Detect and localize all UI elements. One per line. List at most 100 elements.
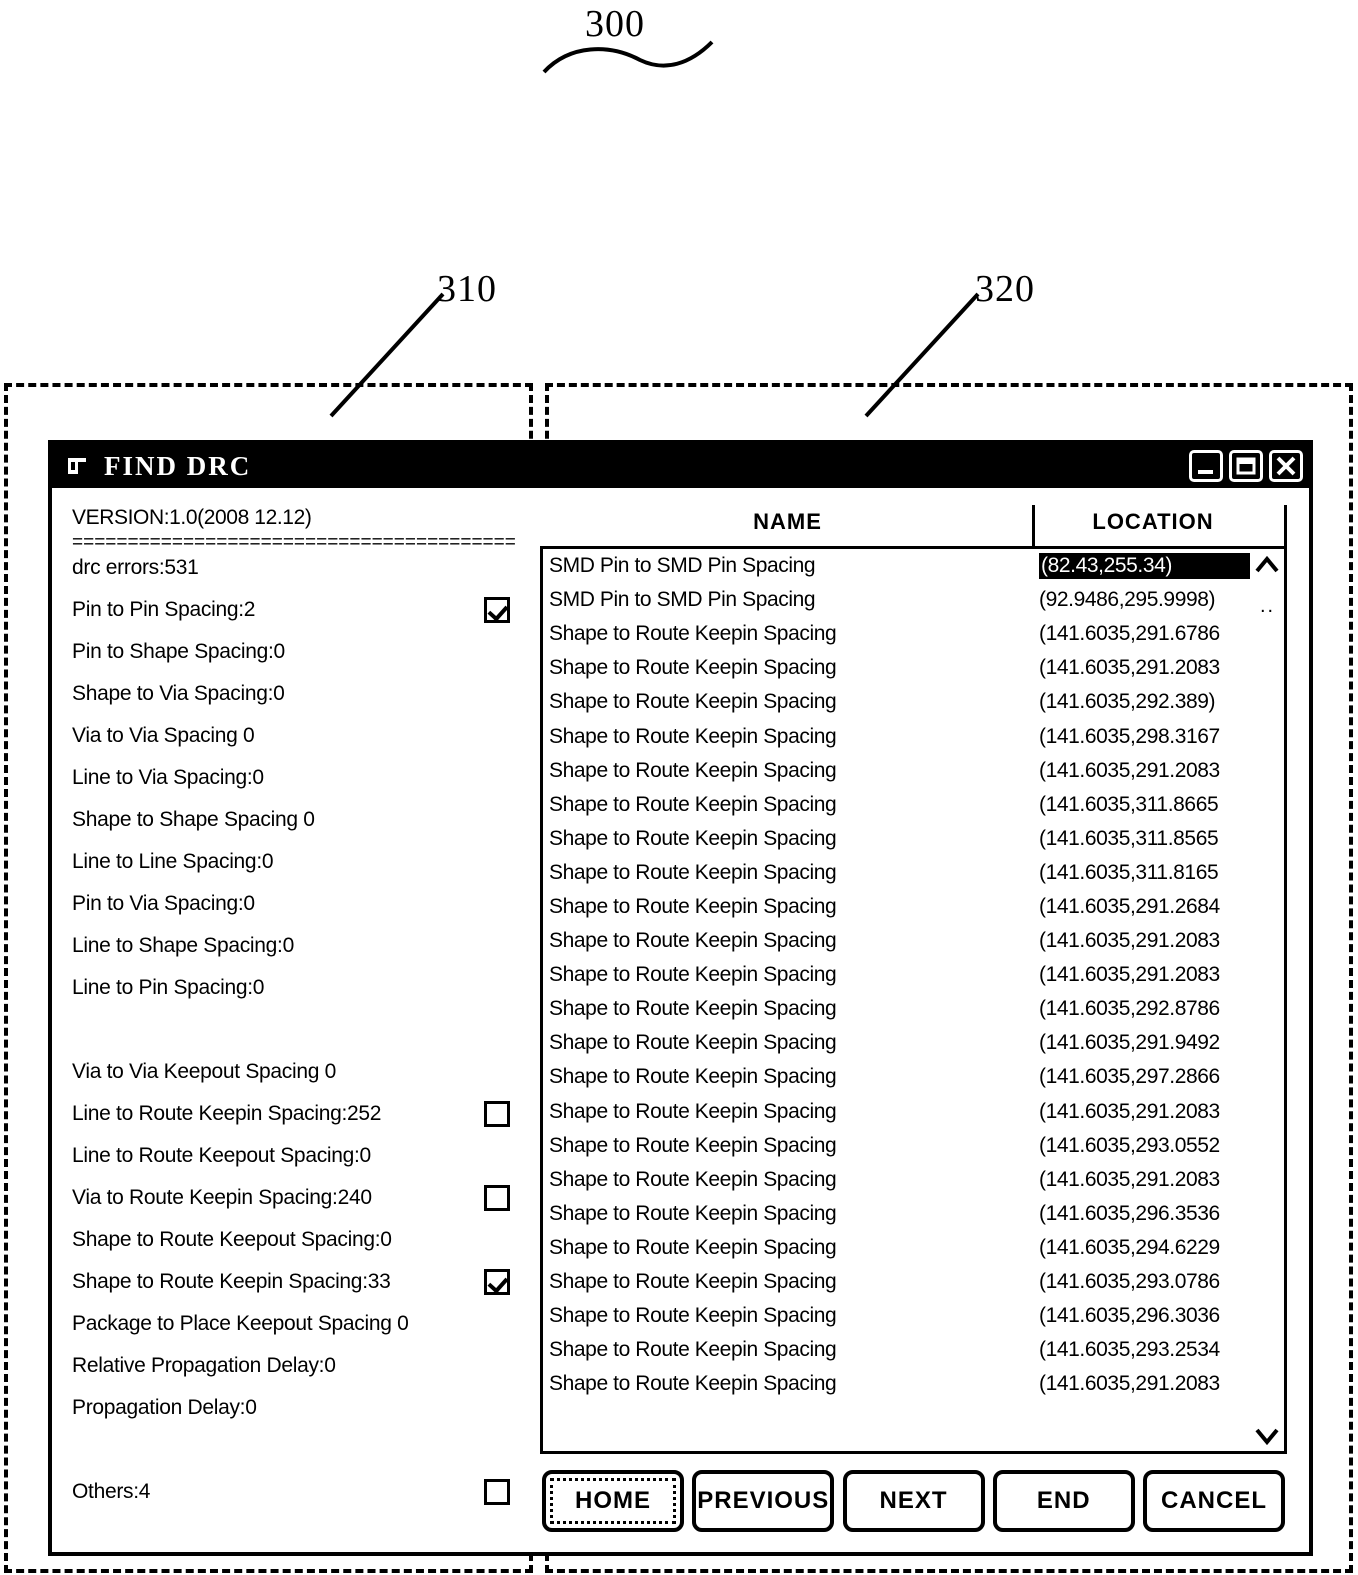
drc-row-name: Shape to Route Keepin Spacing — [549, 963, 837, 987]
rule-row: Relative Propagation Delay:0 — [72, 1345, 516, 1387]
rule-row: Shape to Shape Spacing 0 — [72, 799, 516, 841]
drc-row-name: Shape to Route Keepin Spacing — [549, 1133, 837, 1157]
rule-row: Via to Via Spacing 0 — [72, 715, 516, 757]
rule-row: Shape to Route Keepout Spacing:0 — [72, 1219, 516, 1261]
drc-row-location: (141.6035,292.389) — [1039, 690, 1216, 714]
rule-row-spacer — [72, 1009, 516, 1051]
rule-checkbox[interactable] — [484, 1269, 510, 1295]
drc-row-location: (141.6035,311.8665 — [1039, 792, 1219, 816]
rule-label: Line to Route Keepin Spacing:252 — [72, 1102, 382, 1125]
button-label: NEXT — [879, 1487, 948, 1514]
drc-rules-list: Pin to Pin Spacing:2 Pin to Shape Spacing… — [72, 589, 516, 1513]
table-row[interactable]: Shape to Route Keepin Spacing (141.6035,2… — [543, 1129, 1250, 1163]
rule-row: Package to Place Keepout Spacing 0 — [72, 1303, 516, 1345]
table-row[interactable]: Shape to Route Keepin Spacing (141.6035,2… — [543, 617, 1250, 651]
table-row[interactable]: Shape to Route Keepin Spacing (141.6035,2… — [543, 1265, 1250, 1299]
drc-row-name: Shape to Route Keepin Spacing — [549, 758, 837, 782]
maximize-button[interactable] — [1229, 450, 1263, 482]
table-row[interactable]: Shape to Route Keepin Spacing (141.6035,3… — [543, 788, 1250, 822]
button-label: HOME — [575, 1487, 651, 1514]
table-row[interactable]: Shape to Route Keepin Spacing (141.6035,2… — [543, 890, 1250, 924]
rule-label: Others:4 — [72, 1480, 151, 1503]
drc-row-location: (141.6035,291.2083 — [1039, 963, 1220, 987]
table-row[interactable]: Shape to Route Keepin Spacing (141.6035,2… — [543, 1333, 1250, 1367]
drc-row-name: Shape to Route Keepin Spacing — [549, 1372, 837, 1396]
table-row[interactable]: Shape to Route Keepin Spacing (141.6035,2… — [543, 1095, 1250, 1129]
end-button[interactable]: END — [992, 1470, 1135, 1532]
rule-label: Line to Line Spacing:0 — [72, 850, 274, 873]
rule-checkbox[interactable] — [484, 1101, 510, 1127]
rule-row: Propagation Delay:0 — [72, 1387, 516, 1429]
table-row[interactable]: Shape to Route Keepin Spacing (141.6035,2… — [543, 1060, 1250, 1094]
drc-row-name: Shape to Route Keepin Spacing — [549, 997, 837, 1021]
drc-row-location: (82.43,255.34) — [1039, 553, 1250, 580]
table-row[interactable]: Shape to Route Keepin Spacing (141.6035,3… — [543, 856, 1250, 890]
cancel-button[interactable]: CANCEL — [1143, 1470, 1285, 1532]
rule-checkbox[interactable] — [484, 597, 510, 623]
table-row[interactable]: Shape to Route Keepin Spacing (141.6035,2… — [543, 1026, 1250, 1060]
rule-row: Pin to Pin Spacing:2 — [72, 589, 516, 631]
rule-label: Line to Via Spacing:0 — [72, 766, 264, 789]
drc-row-location: (92.9486,295.9998) — [1039, 588, 1216, 612]
drc-row-name: Shape to Route Keepin Spacing — [549, 1167, 837, 1191]
chevron-down-icon[interactable] — [1253, 1423, 1281, 1447]
table-row[interactable]: Shape to Route Keepin Spacing (141.6035,3… — [543, 822, 1250, 856]
drc-row-name: Shape to Route Keepin Spacing — [549, 826, 837, 850]
table-row[interactable]: Shape to Route Keepin Spacing (141.6035,2… — [543, 754, 1250, 788]
previous-button[interactable]: PREVIOUS — [692, 1470, 835, 1532]
table-row[interactable]: Shape to Route Keepin Spacing (141.6035,2… — [543, 685, 1250, 719]
drc-row-name: Shape to Route Keepin Spacing — [549, 1270, 837, 1294]
drc-row-name: Shape to Route Keepin Spacing — [549, 929, 837, 953]
rule-row: Shape to Via Spacing:0 — [72, 673, 516, 715]
squiggle-underline — [542, 40, 714, 74]
table-row[interactable]: SMD Pin to SMD Pin Spacing (92.9486,295.9… — [543, 583, 1250, 617]
table-row[interactable]: Shape to Route Keepin Spacing (141.6035,2… — [543, 719, 1250, 753]
table-row[interactable]: Shape to Route Keepin Spacing (141.6035,2… — [543, 992, 1250, 1026]
rule-checkbox[interactable] — [484, 1479, 510, 1505]
drc-row-location: (141.6035,296.3536 — [1039, 1201, 1220, 1225]
rule-label: Line to Shape Spacing:0 — [72, 934, 294, 957]
drc-row-location: (141.6035,291.2083 — [1039, 656, 1220, 680]
table-row[interactable]: Shape to Route Keepin Spacing (141.6035,2… — [543, 958, 1250, 992]
table-row[interactable]: Shape to Route Keepin Spacing (141.6035,2… — [543, 651, 1250, 685]
results-listbox[interactable]: SMD Pin to SMD Pin Spacing (82.43,255.34)… — [540, 546, 1287, 1454]
table-row[interactable]: Shape to Route Keepin Spacing (141.6035,2… — [543, 1231, 1250, 1265]
drc-row-location: (141.6035,291.9492 — [1039, 1031, 1220, 1055]
chevron-up-icon[interactable] — [1253, 553, 1281, 577]
next-button[interactable]: NEXT — [842, 1470, 985, 1532]
results-rows-area[interactable]: SMD Pin to SMD Pin Spacing (82.43,255.34)… — [543, 549, 1250, 1451]
drc-row-name: SMD Pin to SMD Pin Spacing — [549, 588, 816, 612]
rule-label: Shape to Route Keepin Spacing:33 — [72, 1270, 391, 1293]
drc-row-name: Shape to Route Keepin Spacing — [549, 1201, 837, 1225]
home-button[interactable]: HOME — [542, 1470, 684, 1532]
drc-row-location: (141.6035,291.2083 — [1039, 929, 1220, 953]
column-header-location: LOCATION — [1035, 505, 1287, 551]
drc-row-name: Shape to Route Keepin Spacing — [549, 622, 837, 646]
rule-row: Others:4 — [72, 1471, 516, 1513]
rule-label: Shape to Shape Spacing 0 — [72, 808, 315, 831]
rule-label: Line to Pin Spacing:0 — [72, 976, 265, 999]
column-header-name: NAME — [540, 505, 1035, 551]
rule-label: Shape to Via Spacing:0 — [72, 682, 285, 705]
table-row[interactable]: Shape to Route Keepin Spacing (141.6035,2… — [543, 1197, 1250, 1231]
window-controls — [1189, 450, 1303, 482]
table-row[interactable]: Shape to Route Keepin Spacing (141.6035,2… — [543, 924, 1250, 958]
rule-label: Pin to Shape Spacing:0 — [72, 640, 285, 663]
drc-row-location: (141.6035,291.2684 — [1039, 894, 1220, 918]
results-scrollbar[interactable]: .. — [1250, 549, 1284, 1451]
drc-row-location: (141.6035,294.6229 — [1039, 1235, 1220, 1259]
rule-label: Relative Propagation Delay:0 — [72, 1354, 336, 1377]
close-button[interactable] — [1269, 450, 1303, 482]
results-column-headers: NAME LOCATION — [540, 498, 1287, 551]
rule-row: Line to Route Keepin Spacing:252 — [72, 1093, 516, 1135]
drc-row-location: (141.6035,297.2866 — [1039, 1065, 1220, 1089]
table-row[interactable]: Shape to Route Keepin Spacing (141.6035,2… — [543, 1299, 1250, 1333]
minimize-button[interactable] — [1189, 450, 1223, 482]
table-row[interactable]: Shape to Route Keepin Spacing (141.6035,2… — [543, 1367, 1250, 1401]
rule-row: Via to Via Keepout Spacing 0 — [72, 1051, 516, 1093]
rule-label: Line to Route Keepout Spacing:0 — [72, 1144, 371, 1167]
rule-checkbox[interactable] — [484, 1185, 510, 1211]
button-label: END — [1036, 1487, 1091, 1514]
table-row[interactable]: Shape to Route Keepin Spacing (141.6035,2… — [543, 1163, 1250, 1197]
table-row[interactable]: SMD Pin to SMD Pin Spacing (82.43,255.34) — [543, 549, 1250, 583]
